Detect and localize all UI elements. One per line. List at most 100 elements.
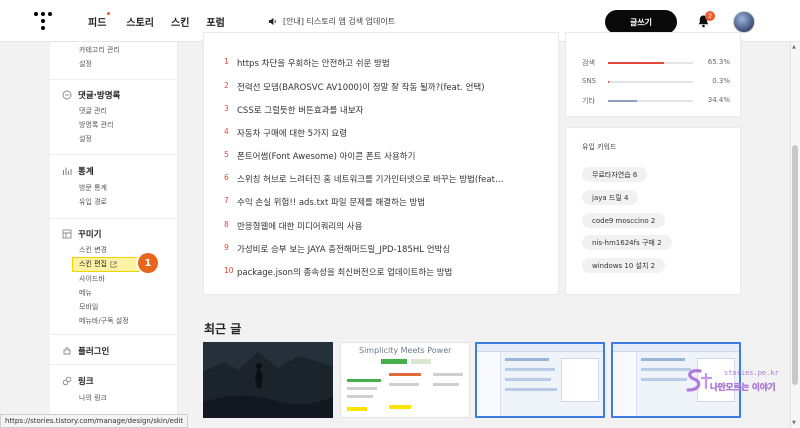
- step-callout: 1: [138, 253, 158, 273]
- thumb-line: [505, 358, 549, 361]
- bar-chart-icon: [62, 167, 72, 175]
- progress-track: [608, 100, 693, 102]
- comment-icon: [62, 90, 72, 100]
- nav-forum[interactable]: 포럼: [206, 14, 224, 29]
- progress-fill: [608, 100, 638, 102]
- status-url: https://stories.tistory.com/manage/desig…: [0, 414, 189, 428]
- plugin-icon: [63, 347, 71, 355]
- layout-icon: [62, 229, 72, 239]
- sidebar-section-design[interactable]: 꾸미기: [62, 228, 101, 240]
- sidebar-item-sidebar[interactable]: 사이드바: [79, 274, 105, 284]
- list-item[interactable]: 7 수익 손실 위험!! ads.txt 파일 문제를 해결하는 방법: [224, 196, 425, 208]
- sidebar: 카테고리 관리 설정 댓글·방명록 댓글 관리 방명록 관리 설정 통계 방문 …: [50, 42, 178, 428]
- thumb-side: [613, 352, 637, 416]
- thumb-toolbar: [613, 344, 739, 352]
- notice-text: [안내] 티스토리 앱 검색 업데이트: [283, 17, 396, 26]
- sidebar-section-plugin[interactable]: 플러그인: [62, 345, 109, 357]
- thumb-line: [389, 383, 419, 386]
- progress-track: [608, 81, 693, 83]
- divider: [50, 334, 178, 335]
- sidebar-item-menubar[interactable]: 메뉴바/구독 설정: [79, 316, 129, 326]
- nav-feed[interactable]: 피드: [88, 14, 106, 29]
- thumb-green-button: [381, 359, 407, 364]
- sidebar-section-stats[interactable]: 통계: [62, 165, 94, 177]
- speaker-icon: [268, 17, 276, 26]
- nav-skin[interactable]: 스킨: [171, 14, 189, 29]
- thumb-highlight: [389, 405, 411, 409]
- sidebar-item-menu[interactable]: 메뉴: [79, 288, 92, 298]
- thumb-side: [477, 352, 501, 416]
- thumb-line: [505, 368, 555, 371]
- progress-track: [608, 62, 693, 64]
- recent-thumbnail-1[interactable]: [203, 342, 333, 418]
- list-item[interactable]: 5 폰트어썸(Font Awesome) 아이콘 폰트 사용하기: [224, 150, 415, 162]
- list-item[interactable]: 9 가성비로 승부 보는 JAYA 충전해머드릴_JPD-185HL 언박싱: [224, 243, 450, 255]
- sidebar-item-visit-stats[interactable]: 방문 통계: [79, 183, 107, 193]
- sidebar-item-skin-edit[interactable]: 스킨 편집: [79, 259, 117, 269]
- watermark-site: stories.pe.kr: [724, 369, 779, 377]
- divider: [50, 364, 178, 365]
- progress-fill: [608, 62, 664, 64]
- new-dot: [107, 12, 111, 15]
- avatar[interactable]: [733, 11, 755, 33]
- scrollbar-thumb[interactable]: [792, 145, 798, 385]
- list-item[interactable]: 4 자동차 구매에 대한 5가지 요령: [224, 127, 347, 139]
- sidebar-section-link[interactable]: 링크: [62, 375, 94, 387]
- sidebar-item-settings[interactable]: 설정: [79, 59, 92, 69]
- external-link-icon: [110, 261, 117, 267]
- list-item[interactable]: 6 스위칭 허브로 느려터진 홈 네트워크를 기가인터넷으로 바꾸는 방법(fea…: [224, 173, 503, 185]
- thumb-line: [433, 383, 459, 386]
- sidebar-item-skin-change[interactable]: 스킨 변경: [79, 245, 107, 255]
- write-button[interactable]: 글쓰기: [605, 10, 677, 34]
- thumb-toolbar: [477, 344, 603, 352]
- list-item[interactable]: 10 package.json의 종속성을 최신버전으로 업데이트하는 방법: [224, 266, 452, 278]
- recent-thumbnail-2[interactable]: Simplicity Meets Power: [340, 342, 470, 418]
- sidebar-section-comments[interactable]: 댓글·방명록: [62, 89, 120, 101]
- sidebar-item-my-links[interactable]: 나의 링크: [79, 393, 107, 403]
- traffic-row: 검색 65.3%: [582, 58, 730, 67]
- sidebar-item-mobile[interactable]: 모바일: [79, 302, 98, 312]
- dark-scene-image: [203, 342, 333, 418]
- watermark-tagline: 나만모르는 이야기: [710, 383, 776, 394]
- list-item[interactable]: 8 반응형웹에 대한 미디어쿼리의 사용: [224, 220, 362, 232]
- keywords-card: 유입 키워드 무료타자연습 6 jaya 드릴 4 code9 mosccino…: [565, 127, 741, 295]
- divider: [50, 154, 178, 155]
- list-item[interactable]: 2 전력선 모뎀(BAROSVC AV1000)이 정말 잘 작동 될까?(fea…: [224, 81, 485, 93]
- scroll-down-icon[interactable]: ▼: [792, 420, 796, 426]
- traffic-row: 기타 34.4%: [582, 96, 730, 105]
- thumb-line: [505, 378, 551, 381]
- divider: [50, 79, 178, 80]
- keyword-chip[interactable]: nis-hm1624fs 구매 2: [582, 235, 672, 250]
- thumb-line: [433, 373, 463, 376]
- sidebar-item-comment-manage[interactable]: 댓글 관리: [79, 106, 107, 116]
- sidebar-item-referrer[interactable]: 유입 경로: [79, 197, 107, 207]
- traffic-row: SNS 0.3%: [582, 77, 730, 85]
- keyword-chip[interactable]: 무료타자연습 6: [582, 167, 648, 182]
- popular-posts-card: 1 https 차단을 우회하는 안전하고 쉬운 방법 2 전력선 모뎀(BAROS…: [203, 32, 559, 295]
- divider: [50, 218, 178, 219]
- recent-title: 최근 글: [204, 322, 242, 336]
- thumb-line: [347, 395, 373, 398]
- thumb-line: [505, 388, 557, 391]
- list-item[interactable]: 1 https 차단을 우회하는 안전하고 쉬운 방법: [224, 57, 390, 69]
- progress-fill: [608, 81, 609, 83]
- thumb-line: [347, 379, 381, 382]
- nav-story[interactable]: 스토리: [126, 14, 154, 29]
- thumb-panel: [561, 358, 599, 402]
- scroll-up-icon[interactable]: ▲: [792, 44, 796, 50]
- sidebar-item-category[interactable]: 카테고리 관리: [79, 45, 120, 55]
- list-item[interactable]: 3 CSS로 그럴듯한 버튼효과를 내보자: [224, 104, 364, 116]
- thumb-line: [641, 358, 685, 361]
- thumb-light-button: [411, 359, 431, 364]
- notice[interactable]: [안내] 티스토리 앱 검색 업데이트: [268, 16, 395, 27]
- tistory-logo[interactable]: [34, 12, 52, 30]
- sidebar-item-guestbook[interactable]: 방명록 관리: [79, 120, 113, 130]
- keyword-chip[interactable]: windows 10 설치 2: [582, 258, 666, 273]
- sidebar-item-comment-settings[interactable]: 설정: [79, 134, 92, 144]
- traffic-source-card: 검색 65.3% SNS 0.3% 기타 34.4%: [565, 32, 741, 117]
- keyword-chip[interactable]: jaya 드릴 4: [582, 190, 639, 205]
- notification-badge: 2: [705, 11, 715, 21]
- link-icon: [62, 376, 72, 386]
- recent-thumbnail-3[interactable]: [475, 342, 605, 418]
- keyword-chip[interactable]: code9 mosccino 2: [582, 213, 666, 228]
